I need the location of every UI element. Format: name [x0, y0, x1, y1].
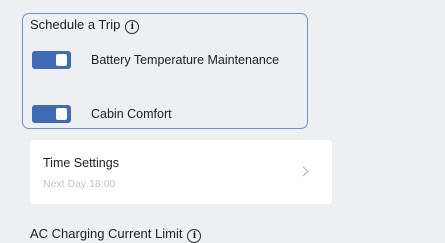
ac-charging-current-limit-title: AC Charging Current Limit [30, 226, 183, 241]
battery-temperature-maintenance-row: Battery Temperature Maintenance [32, 49, 279, 71]
ac-charging-header: AC Charging Current Limit i [30, 226, 202, 243]
schedule-trip-panel: Schedule a Trip i Battery Temperature Mai… [22, 13, 308, 129]
battery-temperature-maintenance-label: Battery Temperature Maintenance [91, 53, 280, 67]
cabin-comfort-label: Cabin Comfort [91, 107, 172, 121]
time-settings-value: Next Day 18:00 [43, 178, 116, 190]
schedule-trip-title: Schedule a Trip [30, 17, 121, 32]
cabin-comfort-row: Cabin Comfort [32, 103, 172, 125]
info-icon[interactable]: i [187, 229, 202, 243]
schedule-trip-header: Schedule a Trip i [30, 17, 140, 34]
battery-temperature-maintenance-toggle[interactable] [32, 51, 71, 69]
info-icon[interactable]: i [125, 20, 140, 34]
time-settings-title: Time Settings [43, 156, 119, 170]
chevron-right-icon [298, 166, 309, 177]
toggle-knob [56, 54, 67, 66]
toggle-knob [56, 108, 67, 120]
time-settings-card[interactable]: Time Settings Next Day 18:00 [30, 140, 332, 204]
cabin-comfort-toggle[interactable] [32, 105, 71, 123]
